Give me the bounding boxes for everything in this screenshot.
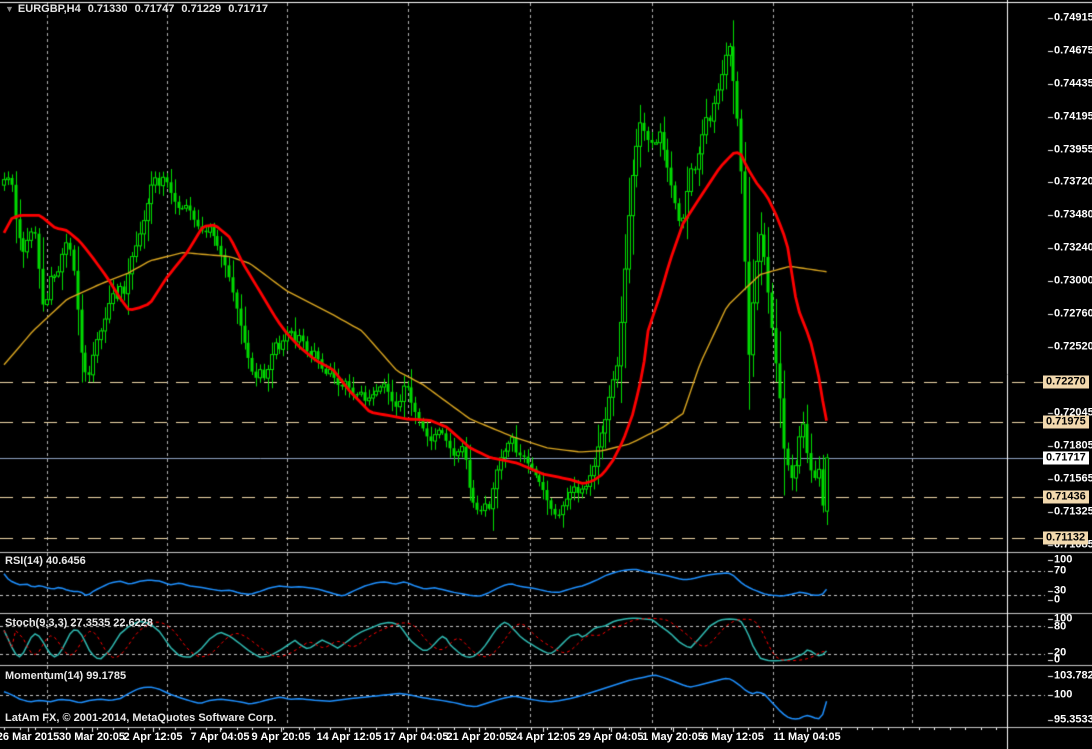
price-level-label: 0.71975 xyxy=(1043,416,1089,429)
quote-low: 0.71229 xyxy=(181,3,221,15)
chart-canvas[interactable] xyxy=(0,0,1092,749)
price-tick-label: 0.74195 xyxy=(1054,111,1092,124)
symbol-timeframe: EURGBP,H4 xyxy=(18,3,81,15)
time-tick-label: 29 Apr 04:05 xyxy=(578,731,643,744)
time-tick-label: 1 May 20:05 xyxy=(642,731,704,744)
time-tick-label: 6 May 12:05 xyxy=(702,731,764,744)
time-tick-label: 14 Apr 12:05 xyxy=(316,731,381,744)
price-level-label: 0.72270 xyxy=(1043,376,1089,389)
price-tick-label: 0.73480 xyxy=(1054,209,1092,222)
stoch-scale-label: 80 xyxy=(1054,621,1066,634)
stoch-scale-label: 0 xyxy=(1054,654,1060,667)
price-tick-label: 0.72520 xyxy=(1054,341,1092,354)
time-tick-label: 17 Apr 04:05 xyxy=(383,731,448,744)
momentum-scale-label: 100 xyxy=(1054,689,1072,702)
price-level-label: 0.71436 xyxy=(1043,491,1089,504)
quote-high: 0.71747 xyxy=(135,3,175,15)
rsi-scale-label: 70 xyxy=(1054,565,1066,578)
price-tick-label: 0.73000 xyxy=(1054,275,1092,288)
price-tick-label: 0.72760 xyxy=(1054,308,1092,321)
price-tick-label: 0.73955 xyxy=(1054,144,1092,157)
momentum-scale-label: 95.3533 xyxy=(1054,714,1092,727)
mt4-chart-window: ▼ EURGBP,H4 0.71330 0.71747 0.71229 0.717… xyxy=(0,0,1092,749)
copyright-text: LatAm FX, © 2001-2014, MetaQuotes Softwa… xyxy=(5,712,277,725)
price-tick-label: 0.71325 xyxy=(1054,506,1092,519)
time-tick-label: 24 Apr 12:05 xyxy=(510,731,575,744)
rsi-scale-label: 0 xyxy=(1054,594,1060,607)
price-tick-label: 0.71565 xyxy=(1054,473,1092,486)
price-level-label: 0.71132 xyxy=(1043,532,1088,545)
price-tick-label: 0.74435 xyxy=(1054,78,1092,91)
current-price-label: 0.71717 xyxy=(1043,452,1089,465)
quote-close: 0.71717 xyxy=(228,3,268,15)
symbol-dropdown-icon[interactable]: ▼ xyxy=(5,4,14,14)
time-tick-label: 9 Apr 20:05 xyxy=(252,731,311,744)
time-tick-label: 11 May 04:05 xyxy=(773,731,840,744)
chart-title: ▼ EURGBP,H4 0.71330 0.71747 0.71229 0.717… xyxy=(5,3,272,15)
time-tick-label: 30 Mar 20:05 xyxy=(59,731,125,744)
time-tick-label: 2 Apr 12:05 xyxy=(124,731,183,744)
momentum-label: Momentum(14) 99.1785 xyxy=(5,670,126,683)
time-tick-label: 26 Mar 2015 xyxy=(0,731,59,744)
time-tick-label: 21 Apr 20:05 xyxy=(446,731,511,744)
price-tick-label: 0.74675 xyxy=(1054,45,1092,58)
price-tick-label: 0.74915 xyxy=(1054,12,1092,25)
price-tick-label: 0.73240 xyxy=(1054,242,1092,255)
momentum-scale-label: 103.7825 xyxy=(1054,670,1092,683)
stoch-label: Stoch(9,3,3) 27.3535 22.6228 xyxy=(5,617,153,630)
price-tick-label: 0.73720 xyxy=(1054,176,1092,189)
rsi-label: RSI(14) 40.6456 xyxy=(5,555,86,568)
quote-open: 0.71330 xyxy=(88,3,128,15)
time-tick-label: 7 Apr 04:05 xyxy=(191,731,250,744)
